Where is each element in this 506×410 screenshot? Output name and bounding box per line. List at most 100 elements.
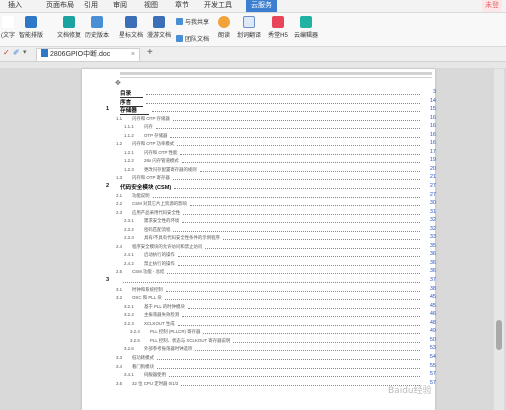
toc-leader-dots — [181, 384, 420, 386]
menu-tab-developer[interactable]: 开发工具 — [204, 1, 232, 11]
close-tab-icon[interactable]: × — [131, 49, 135, 61]
toc-entry[interactable]: 1 存储器 15 — [106, 105, 436, 116]
toc-entry[interactable]: 2.3.2 密码匹配流程 32 — [106, 225, 436, 234]
menu-tab-page-layout[interactable]: 页面布局 — [46, 1, 74, 11]
toc-entry[interactable]: 3.2.2 主振荡器失效检测 46 — [106, 310, 436, 319]
toc-entry[interactable]: 1.2 闪存和 OTP 功率模式 16 — [106, 139, 436, 148]
toc-entry[interactable]: 3.1 时钟和系统控制 38 — [106, 285, 436, 294]
toc-entry[interactable]: 2.4.2 禁止执行的操作 36 — [106, 259, 436, 268]
shared-with-me-button[interactable]: 与我共享 — [176, 18, 209, 27]
toc-entry-number: 3.3 — [116, 354, 123, 360]
smart-layout-button[interactable]: 智能排版 — [16, 16, 46, 39]
toc-entry-title: 功能说明 — [132, 192, 150, 198]
toc-entry-number: 1.2.3 — [124, 166, 134, 172]
toc-entry[interactable]: 1.3 闪存和 OTP 寄存器 21 — [106, 173, 436, 182]
star-doc-button[interactable]: 星标文档 — [118, 16, 144, 39]
toc-entry-title: 闪存和 OTP 寄存器 — [132, 175, 170, 181]
toc-entry[interactable]: 3.2.1 基于 PLL 的时钟模块 45 — [106, 302, 436, 311]
toc-leader-dots — [182, 162, 420, 164]
translate-button[interactable]: 划词翻译 — [236, 16, 262, 39]
read-aloud-button[interactable]: 朗读 — [214, 16, 234, 39]
star-doc-icon — [125, 16, 137, 28]
toc-entry-title: 闪存和 OTP 功率模式 — [132, 141, 175, 147]
toc-entry-page: 53 — [429, 345, 436, 352]
toc-entry[interactable]: 3.2 OSC 和 PLL 块 45 — [106, 293, 436, 302]
toc-entry-page: 45 — [429, 294, 436, 301]
toc-entry-page: 36 — [429, 251, 436, 258]
toc-entry[interactable]: 3.4 看门狗模块 55 — [106, 362, 436, 371]
toc-entry[interactable]: 1.2.3 更改闪存配置寄存器的规则 20 — [106, 165, 436, 174]
menu-tab-review[interactable]: 审阅 — [113, 1, 127, 11]
dropdown-icon[interactable]: ▾ — [23, 48, 27, 56]
ribbon-toolbar: (文字 智能排版 文档修复 历史版本 星标文档 漫游文档 团队文档 与我共享 朗… — [0, 13, 506, 47]
toc-entry[interactable]: 3.4.1 伺服器使用 57 — [106, 370, 436, 379]
menu-tab-cloud-service[interactable]: 云服务 — [246, 0, 277, 12]
toc-entry[interactable]: 2.3.1 需求安全性的环境 32 — [106, 216, 436, 225]
toc-entry[interactable]: 2.5 CSM 功能 - 总结 36 — [106, 267, 436, 276]
toc-entry[interactable]: 1.1 闪存和 OTP 存储器 16 — [106, 114, 436, 123]
toc-entry[interactable]: 1.1.2 OTP 存储器 16 — [106, 131, 436, 140]
toc-entry[interactable]: 2.1 功能说明 27 — [106, 191, 436, 200]
toc-entry[interactable]: 1.1.1 闪存 16 — [106, 122, 436, 131]
toc-entry[interactable]: 3.2.4 PLL 控制 (PLLCR) 寄存器 49 — [106, 327, 436, 336]
menu-tab-chapter[interactable]: 章节 — [175, 1, 189, 11]
toc-leader-dots — [173, 119, 420, 121]
toc-entry-page: 45 — [429, 302, 436, 309]
toc-entry-page: 57 — [429, 371, 436, 378]
toc-entry[interactable]: 2.3 应用产品采用代码安全性 31 — [106, 208, 436, 217]
document-page[interactable]: ✥ 目录 3 序言 14 1 存储器 15 1.1 闪存和 OTP 存储器 16 1.1.1 闪存 16… — [82, 69, 436, 410]
roaming-doc-icon — [153, 16, 165, 28]
toc-entry[interactable]: 2.4.1 启动执行的操作 36 — [106, 250, 436, 259]
toc-entry-number: 3.4.1 — [124, 372, 134, 378]
toc-entry[interactable]: 2 代码安全模块 (CSM) 27 — [106, 182, 436, 191]
toc-entry-number: 2.3.2 — [124, 226, 134, 232]
check-icon[interactable]: ✓ — [3, 48, 10, 57]
h5-button[interactable]: 秀堂H5 — [265, 16, 291, 39]
scrollbar-thumb[interactable] — [496, 320, 502, 350]
toc-entry[interactable]: 3.3 低功耗模式 54 — [106, 353, 436, 362]
toc-entry[interactable]: 1.2.2 28x 闪存管道模式 19 — [106, 156, 436, 165]
toc-entry[interactable]: 2.2 CSM 对其它片上资源的影响 30 — [106, 199, 436, 208]
toc-leader-dots — [146, 102, 420, 104]
vertical-scrollbar[interactable] — [494, 69, 504, 410]
document-tab[interactable]: 2806GPIO中断.doc × — [36, 48, 140, 61]
toc-entry-title: 伺服器使用 — [144, 372, 166, 378]
history-button[interactable]: 历史版本 — [84, 16, 110, 39]
toc-entry-title: 具有/不具有代码安全性条件的示例程序 — [144, 235, 220, 241]
toc-entry-number: 2.5 — [116, 269, 123, 275]
roaming-doc-button[interactable]: 漫游文档 — [146, 16, 172, 39]
toc-entry[interactable]: 3.2.3 XCLKOUT 生成 48 — [106, 319, 436, 328]
toc-entry[interactable]: 目录 3 — [106, 88, 436, 98]
toc-entry-page: 32 — [429, 225, 436, 232]
toc-entry[interactable]: 3.2.6 外部参考振荡器时钟选项 53 — [106, 344, 436, 353]
toc-entry-title: 更改闪存配置寄存器的规则 — [144, 166, 197, 172]
toc-entry[interactable]: 2.3.3 具有/不具有代码安全性条件的示例程序 33 — [106, 233, 436, 242]
toc-entry[interactable]: 1.2.1 闪存和 OTP 性能 17 — [106, 148, 436, 157]
toc-entry-number: 1.1 — [116, 115, 123, 121]
cloud-editor-button[interactable]: 云编辑器 — [293, 16, 319, 39]
menu-tab-view[interactable]: 视图 — [144, 1, 158, 11]
toc-entry[interactable]: 3.2.5 PLL 控制、状态与 XCLKOUT 寄存器说明 50 — [106, 336, 436, 345]
toc-entry-number: 2 — [106, 183, 110, 190]
menu-tab-reference[interactable]: 引用 — [84, 1, 98, 11]
header-gray-line — [120, 77, 432, 78]
login-status[interactable]: 未登 — [482, 0, 502, 12]
new-tab-button[interactable]: + — [147, 47, 153, 58]
team-doc-button[interactable]: 团队文档 — [176, 35, 209, 44]
toc-leader-dots — [167, 273, 420, 275]
doc-repair-button[interactable]: 文档修复 — [56, 16, 82, 39]
toc-entry-number: 2.4.2 — [124, 260, 134, 266]
toc-entry-title: CSM 功能 - 总结 — [132, 269, 165, 275]
toc-entry[interactable]: 3 37 — [106, 276, 436, 285]
toc-entry-title: 需求安全性的环境 — [144, 218, 180, 224]
toc-entry[interactable]: 序言 14 — [106, 97, 436, 107]
document-tab-bar: ✓ ✐ ▾ 2806GPIO中断.doc × + — [0, 47, 506, 62]
menu-tab-insert[interactable]: 插入 — [8, 1, 22, 11]
ribbon-text-button[interactable]: (文字 — [0, 16, 16, 39]
toc-leader-dots — [178, 256, 420, 258]
toc-leader-dots — [173, 179, 420, 181]
pen-icon[interactable]: ✐ — [13, 48, 20, 57]
toc-entry[interactable]: 3.5 32 位 CPU 定时器 0/1/2 57 — [106, 379, 436, 388]
table-move-handle-icon[interactable]: ✥ — [115, 79, 121, 87]
toc-entry[interactable]: 2.4 程序安全模块的允许访问和禁止访问 35 — [106, 242, 436, 251]
